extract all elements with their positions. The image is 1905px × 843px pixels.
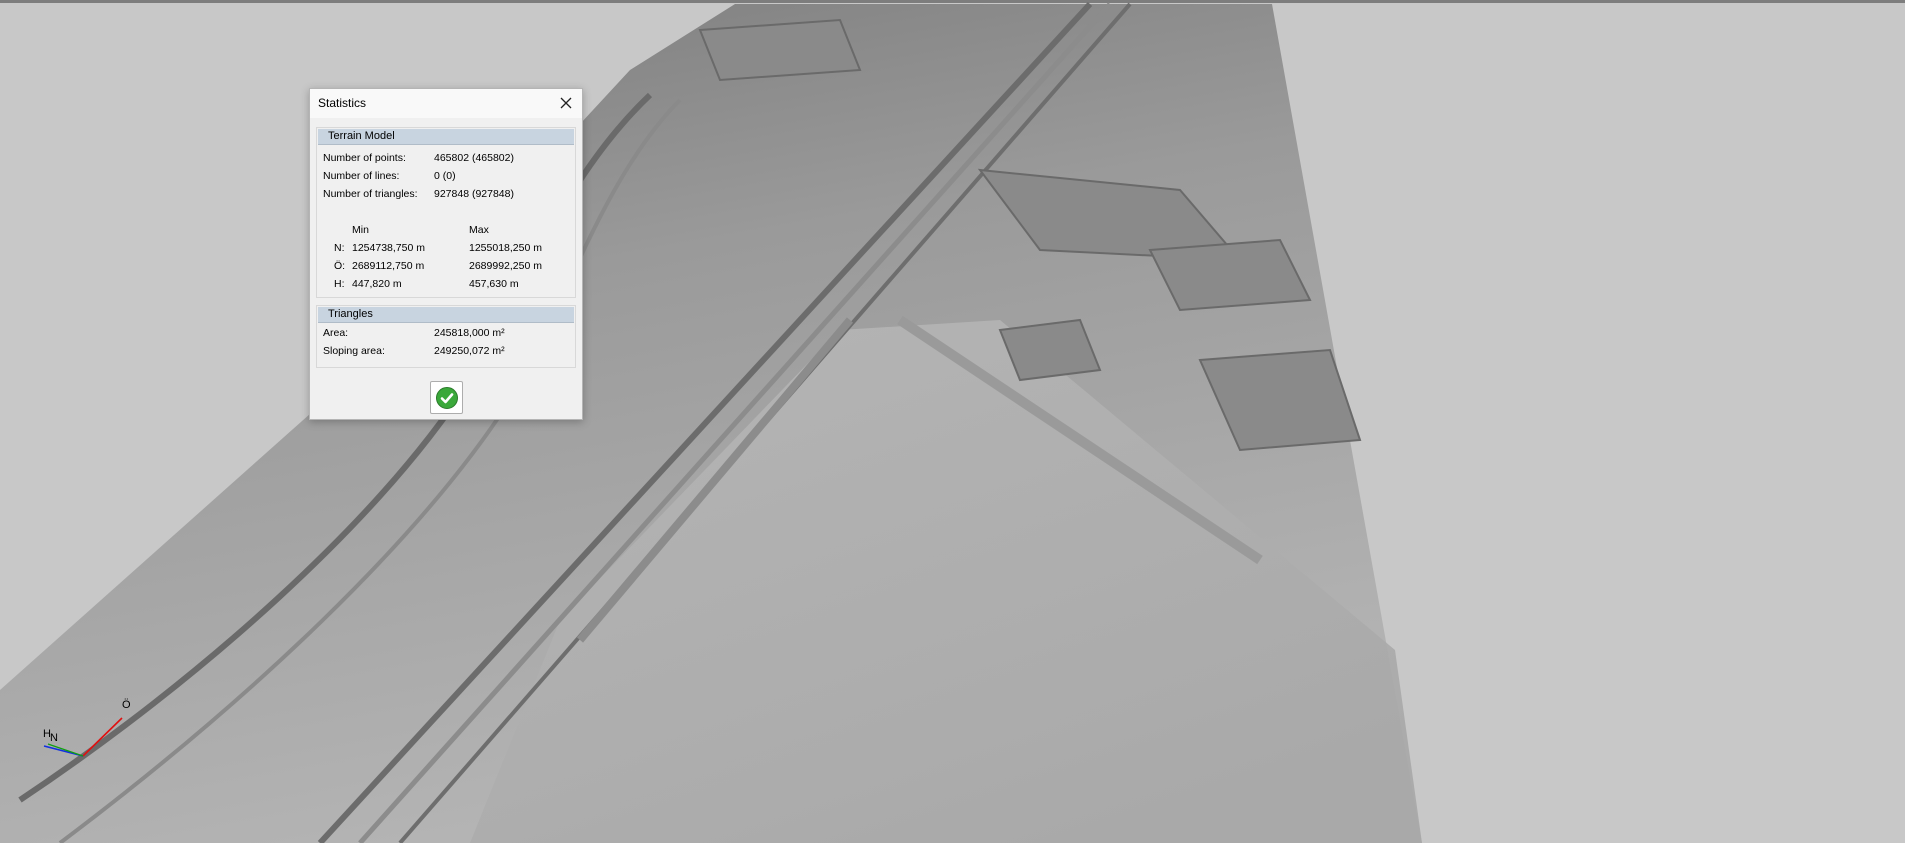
terrain-model-render	[0, 1, 1422, 843]
h-min: 447,820 m	[352, 278, 402, 290]
n-label: N:	[334, 242, 345, 254]
o-label: Ö:	[334, 260, 346, 272]
triangles-group: Triangles Area: 245818,000 m² Sloping ar…	[316, 305, 576, 368]
area-label: Area:	[323, 327, 349, 339]
check-icon	[435, 386, 458, 409]
axis-o-label: Ö	[122, 699, 131, 711]
triangles-label: Number of triangles:	[323, 188, 418, 200]
sloping-area-value: 249250,072 m²	[434, 345, 505, 357]
o-max: 2689992,250 m	[469, 260, 542, 272]
terrain-model-header: Terrain Model	[318, 129, 574, 145]
triangles-header: Triangles	[318, 307, 574, 323]
h-label: H:	[334, 278, 345, 290]
terrain-viewport[interactable]	[0, 0, 1905, 843]
close-icon	[560, 97, 572, 109]
terrain-model-group: Terrain Model Number of points: 465802 (…	[316, 127, 576, 298]
ok-button[interactable]	[430, 381, 463, 414]
n-max: 1255018,250 m	[469, 242, 542, 254]
sloping-area-label: Sloping area:	[323, 345, 385, 357]
points-value: 465802 (465802)	[434, 152, 514, 164]
n-min: 1254738,750 m	[352, 242, 425, 254]
axis-gizmo: H N Ö	[30, 696, 140, 766]
h-max: 457,630 m	[469, 278, 519, 290]
statistics-dialog: Statistics Terrain Model Number of point…	[309, 88, 583, 420]
axis-n-label: N	[50, 732, 58, 744]
lines-value: 0 (0)	[434, 170, 456, 182]
dialog-titlebar[interactable]: Statistics	[310, 89, 582, 118]
max-header: Max	[469, 224, 489, 236]
o-min: 2689112,750 m	[352, 260, 425, 272]
lines-label: Number of lines:	[323, 170, 400, 182]
triangles-value: 927848 (927848)	[434, 188, 514, 200]
close-button[interactable]	[556, 93, 576, 113]
area-value: 245818,000 m²	[434, 327, 505, 339]
points-label: Number of points:	[323, 152, 406, 164]
min-header: Min	[352, 224, 369, 236]
dialog-title: Statistics	[318, 96, 367, 110]
